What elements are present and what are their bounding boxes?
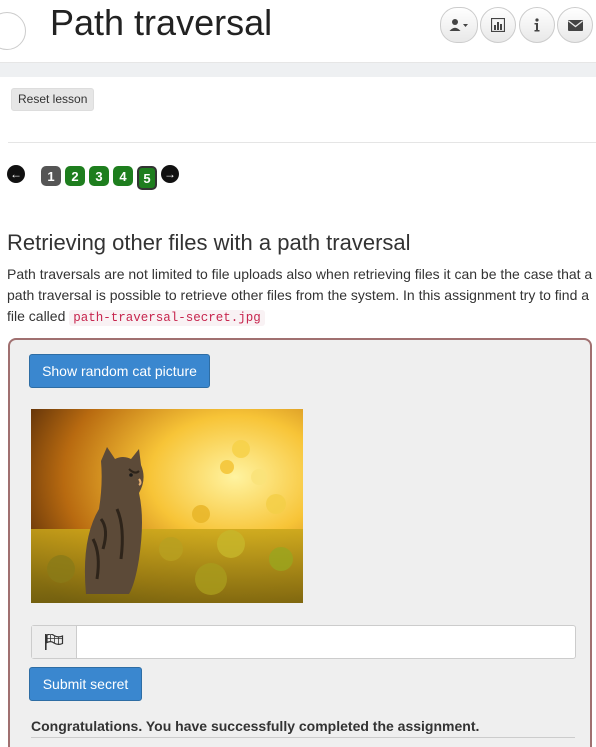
report-card-button[interactable] <box>480 7 516 43</box>
assignment-panel: Show random cat picture Submit secret Co… <box>8 338 592 747</box>
page-link-4[interactable]: 4 <box>113 166 133 186</box>
cat-image <box>31 409 303 603</box>
divider <box>8 142 596 143</box>
reset-lesson-button[interactable]: Reset lesson <box>11 88 95 111</box>
divider <box>31 737 575 738</box>
info-icon <box>534 18 540 32</box>
header-gutter <box>0 63 596 77</box>
cat-picture <box>31 409 303 603</box>
submit-secret-button[interactable]: Submit secret <box>29 667 142 701</box>
flag-addon <box>32 626 77 658</box>
secret-input-group <box>31 625 576 659</box>
envelope-icon <box>567 19 583 31</box>
chart-icon <box>491 18 505 32</box>
page-link-5[interactable]: 5 <box>137 166 157 190</box>
menu-toggle-button[interactable] <box>0 12 26 50</box>
top-bar: Path traversal <box>0 0 596 63</box>
success-message: Congratulations. You have successfully c… <box>31 718 480 734</box>
page-link-3[interactable]: 3 <box>89 166 109 186</box>
page-title: Path traversal <box>50 2 273 43</box>
previous-page-arrow-icon[interactable]: ← <box>7 165 25 183</box>
page-link-2[interactable]: 2 <box>65 166 85 186</box>
flag-icon <box>45 634 64 650</box>
lesson-description: Path traversals are not limited to file … <box>7 264 595 329</box>
user-icon <box>449 19 468 31</box>
show-cat-picture-button[interactable]: Show random cat picture <box>29 354 210 388</box>
page-link-1[interactable]: 1 <box>41 166 61 186</box>
secret-input[interactable] <box>78 627 572 657</box>
contact-button[interactable] <box>557 7 593 43</box>
next-page-arrow-icon[interactable]: → <box>161 165 179 183</box>
section-heading: Retrieving other files with a path trave… <box>7 230 411 255</box>
secret-filename: path-traversal-secret.jpg <box>69 310 265 326</box>
user-menu-button[interactable] <box>440 7 478 43</box>
about-button[interactable] <box>519 7 555 43</box>
